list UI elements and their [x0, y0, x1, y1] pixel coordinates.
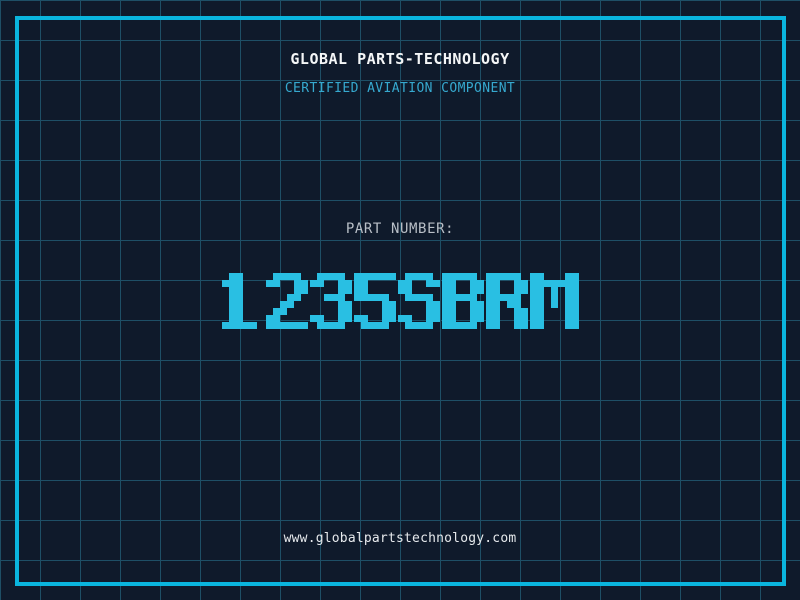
- certification-subtitle: CERTIFIED AVIATION COMPONENT: [284, 81, 516, 96]
- pixel-char: [397, 273, 440, 329]
- pixel-char: [309, 273, 352, 329]
- pixel-char: [529, 273, 579, 329]
- website-url: www.globalpartstechnology.com: [283, 531, 517, 546]
- pixel-char: [221, 273, 264, 329]
- part-number-display: [0, 273, 800, 329]
- pixel-char: [441, 273, 484, 329]
- pixel-char: [265, 273, 308, 329]
- pixel-char: [353, 273, 396, 329]
- company-title: GLOBAL PARTS-TECHNOLOGY: [290, 50, 510, 68]
- pixel-char: [485, 273, 528, 329]
- part-number-label: PART NUMBER:: [345, 221, 455, 237]
- certificate-screen: GLOBAL PARTS-TECHNOLOGY CERTIFIED AVIATI…: [0, 0, 800, 600]
